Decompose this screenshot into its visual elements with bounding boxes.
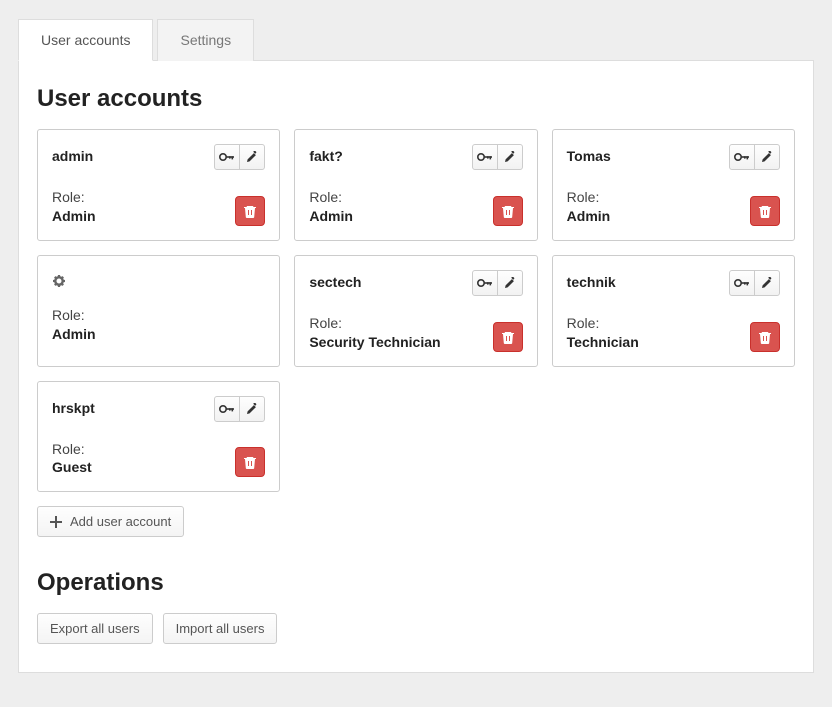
pencil-icon xyxy=(246,403,258,415)
import-all-users-label: Import all users xyxy=(176,621,265,636)
user-card-username: admin xyxy=(52,144,93,164)
role-value: Admin xyxy=(52,207,96,226)
role-label: Role: xyxy=(567,188,611,207)
gear-icon xyxy=(52,270,66,288)
delete-user-button[interactable] xyxy=(493,196,523,226)
trash-icon xyxy=(501,330,515,344)
key-icon xyxy=(477,278,493,288)
user-card-username: hrskpt xyxy=(52,396,95,416)
delete-user-button[interactable] xyxy=(235,447,265,477)
role-value: Technician xyxy=(567,333,639,352)
role-value: Admin xyxy=(309,207,353,226)
change-password-button[interactable] xyxy=(472,270,498,296)
user-card: Tomas Role:Admin xyxy=(552,129,795,241)
section-title-user-accounts: User accounts xyxy=(37,85,795,113)
add-user-label: Add user account xyxy=(70,514,171,529)
delete-user-button[interactable] xyxy=(493,322,523,352)
user-card: Role:Admin xyxy=(37,255,280,367)
pencil-icon xyxy=(504,277,516,289)
trash-icon xyxy=(758,204,772,218)
delete-user-button[interactable] xyxy=(235,196,265,226)
pencil-icon xyxy=(246,151,258,163)
role-value: Security Technician xyxy=(309,333,440,352)
change-password-button[interactable] xyxy=(472,144,498,170)
role-label: Role: xyxy=(52,188,96,207)
change-password-button[interactable] xyxy=(214,396,240,422)
edit-user-button[interactable] xyxy=(239,396,265,422)
tab-user-accounts[interactable]: User accounts xyxy=(18,19,153,61)
tab-settings[interactable]: Settings xyxy=(157,19,254,61)
pencil-icon xyxy=(761,277,773,289)
export-all-users-button[interactable]: Export all users xyxy=(37,613,153,644)
user-card: admin Role:Admin xyxy=(37,129,280,241)
key-icon xyxy=(219,404,235,414)
trash-icon xyxy=(758,330,772,344)
import-all-users-button[interactable]: Import all users xyxy=(163,613,278,644)
change-password-button[interactable] xyxy=(729,144,755,170)
user-card-username: sectech xyxy=(309,270,361,290)
key-icon xyxy=(219,152,235,162)
delete-user-button[interactable] xyxy=(750,196,780,226)
trash-icon xyxy=(243,204,257,218)
pencil-icon xyxy=(504,151,516,163)
role-value: Admin xyxy=(567,207,611,226)
role-value: Guest xyxy=(52,458,92,477)
role-label: Role: xyxy=(309,314,440,333)
export-all-users-label: Export all users xyxy=(50,621,140,636)
role-label: Role: xyxy=(52,306,96,325)
role-value: Admin xyxy=(52,325,96,344)
user-card: sectech Role:Security Technician xyxy=(294,255,537,367)
role-label: Role: xyxy=(309,188,353,207)
add-user-button[interactable]: Add user account xyxy=(37,506,184,537)
role-label: Role: xyxy=(52,440,92,459)
pencil-icon xyxy=(761,151,773,163)
trash-icon xyxy=(501,204,515,218)
plus-icon xyxy=(50,516,62,528)
user-card-username: Tomas xyxy=(567,144,611,164)
edit-user-button[interactable] xyxy=(497,144,523,170)
user-card-username: fakt? xyxy=(309,144,342,164)
user-card-username: technik xyxy=(567,270,616,290)
panel-user-accounts: User accounts adminRole:Adminfakt?Role:A… xyxy=(18,60,814,673)
edit-user-button[interactable] xyxy=(239,144,265,170)
edit-user-button[interactable] xyxy=(754,270,780,296)
key-icon xyxy=(734,278,750,288)
trash-icon xyxy=(243,455,257,469)
delete-user-button[interactable] xyxy=(750,322,780,352)
change-password-button[interactable] xyxy=(729,270,755,296)
edit-user-button[interactable] xyxy=(497,270,523,296)
change-password-button[interactable] xyxy=(214,144,240,170)
key-icon xyxy=(734,152,750,162)
user-card: technik Role:Technician xyxy=(552,255,795,367)
edit-user-button[interactable] xyxy=(754,144,780,170)
role-label: Role: xyxy=(567,314,639,333)
user-cards-grid: adminRole:Adminfakt?Role:AdminTomasRole:… xyxy=(37,129,795,492)
key-icon xyxy=(477,152,493,162)
user-card: fakt? Role:Admin xyxy=(294,129,537,241)
section-title-operations: Operations xyxy=(37,569,795,597)
user-card: hrskpt Role:Guest xyxy=(37,381,280,493)
